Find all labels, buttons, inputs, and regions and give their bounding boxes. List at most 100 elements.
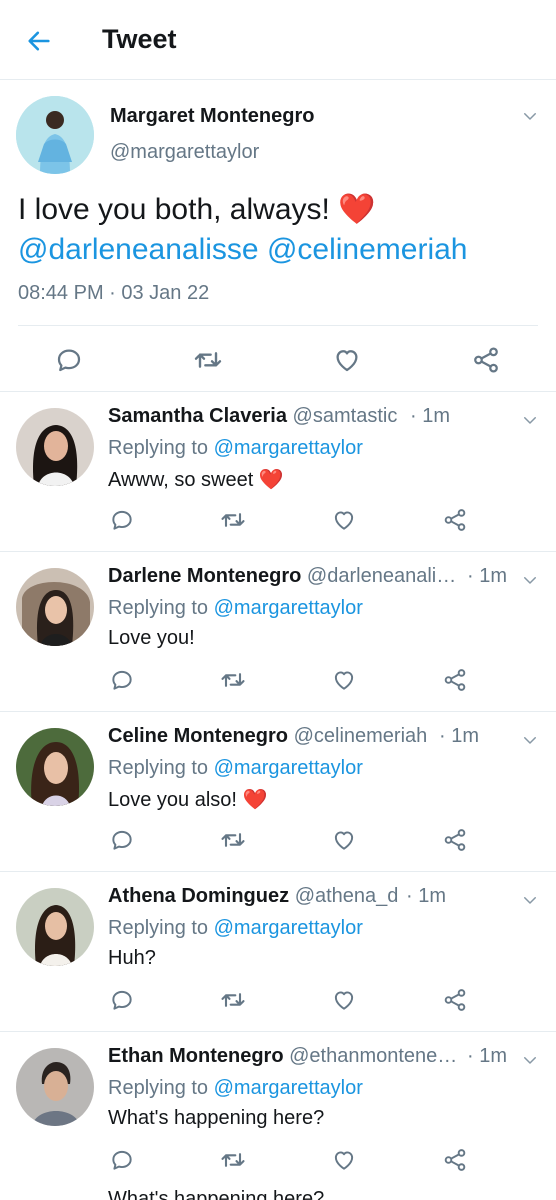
chevron-down-icon — [524, 577, 536, 584]
replying-to: Replying to @margarettaylor — [108, 757, 363, 780]
share-icon — [444, 509, 466, 531]
retweet-button[interactable] — [215, 982, 251, 1018]
replying-to: Replying to @margarettaylor — [108, 1077, 363, 1100]
heart-icon — [334, 831, 354, 850]
like-button[interactable] — [326, 822, 362, 858]
retweet-icon — [221, 993, 245, 1007]
avatar[interactable] — [16, 1048, 94, 1126]
reply-tweet[interactable]: Samantha Claveria @samtastic · 1m Replyi… — [0, 392, 556, 552]
heart-icon — [334, 511, 354, 530]
tweet-timestamp[interactable]: 08:44 PM · 03 Jan 22 — [18, 282, 209, 305]
retweet-button[interactable] — [215, 1142, 251, 1178]
reply-author-name[interactable]: Samantha Claveria — [108, 405, 287, 427]
reply-author-handle[interactable]: @samtastic — [293, 405, 398, 427]
mention-link[interactable]: @margarettaylor — [214, 1077, 363, 1099]
chevron-down-icon — [524, 897, 536, 904]
back-button[interactable] — [22, 24, 56, 58]
more-options-button[interactable] — [518, 408, 542, 432]
share-button[interactable] — [437, 662, 473, 698]
replying-prefix: Replying to — [108, 1077, 209, 1099]
reply-author-name[interactable]: Athena Dominguez — [108, 885, 289, 907]
retweet-icon — [221, 833, 245, 847]
reply-text: Huh? — [108, 947, 156, 970]
reply-author-name[interactable]: Darlene Montenegro — [108, 565, 301, 587]
reply-tweet[interactable]: Darlene Montenegro @darleneanali… · 1m R… — [0, 552, 556, 712]
replying-to: Replying to @margarettaylor — [108, 437, 363, 460]
avatar[interactable] — [16, 728, 94, 806]
heart-emoji: ❤️ — [338, 193, 376, 226]
share-button[interactable] — [437, 502, 473, 538]
reply-actions — [0, 982, 556, 1018]
reply-time: · 1m — [439, 725, 479, 747]
reply-button[interactable] — [104, 1142, 140, 1178]
reply-author-handle[interactable]: @athena_d — [295, 885, 399, 907]
reply-button[interactable] — [104, 982, 140, 1018]
share-button[interactable] — [437, 982, 473, 1018]
heart-icon — [334, 991, 354, 1010]
mention-link[interactable]: @margarettaylor — [214, 757, 363, 779]
reply-author-handle[interactable]: @celinemeriah — [294, 725, 428, 747]
reply-text: Love you! — [108, 627, 195, 650]
mention-link[interactable]: @margarettaylor — [214, 437, 363, 459]
reply-header: Ethan Montenegro @ethanmontene… — [108, 1045, 506, 1068]
reply-tweet[interactable]: Ethan Montenegro @ethanmontene… · 1m Rep… — [0, 1032, 556, 1180]
reply-tweet[interactable]: Celine Montenegro @celinemeriah · 1m Rep… — [0, 712, 556, 872]
heart-icon — [334, 671, 354, 690]
avatar[interactable] — [16, 408, 94, 486]
avatar[interactable] — [16, 96, 94, 174]
reply-body: Love you also! — [108, 789, 237, 811]
mention-link[interactable]: @margarettaylor — [214, 597, 363, 619]
reply-text: What's happening here? — [108, 1107, 324, 1130]
reply-body: Love you! — [108, 627, 195, 649]
like-button[interactable] — [326, 982, 362, 1018]
more-options-button[interactable] — [518, 568, 542, 592]
chevron-down-icon — [524, 737, 536, 744]
avatar[interactable] — [16, 568, 94, 646]
mention-link[interactable]: @darleneanalisse — [18, 233, 259, 266]
reply-actions — [0, 662, 556, 698]
share-button[interactable] — [437, 822, 473, 858]
like-button[interactable] — [326, 662, 362, 698]
reply-author-name[interactable]: Ethan Montenegro — [108, 1045, 284, 1067]
share-icon — [444, 1149, 466, 1171]
next-reply-preview: What's happening here? — [0, 1180, 556, 1200]
reply-header: Darlene Montenegro @darleneanali… — [108, 565, 506, 588]
reply-icon — [112, 830, 132, 850]
reply-header: Athena Dominguez @athena_d — [108, 885, 506, 908]
reply-text: Awww, so sweet ❤️ — [108, 467, 284, 492]
avatar[interactable] — [16, 888, 94, 966]
like-button[interactable] — [326, 1142, 362, 1178]
share-button[interactable] — [437, 1142, 473, 1178]
more-options-button[interactable] — [518, 1048, 542, 1072]
reply-author-handle[interactable]: @ethanmontene… — [289, 1045, 457, 1067]
reply-time: · 1m — [467, 565, 507, 587]
retweet-button[interactable] — [215, 822, 251, 858]
reply-button[interactable] — [104, 822, 140, 858]
reply-author-handle[interactable]: @darleneanali… — [307, 565, 456, 587]
reply-button[interactable] — [104, 662, 140, 698]
divider — [18, 325, 538, 326]
replying-to: Replying to @margarettaylor — [108, 597, 363, 620]
more-options-button[interactable] — [518, 104, 542, 128]
preview-text: What's happening here? — [108, 1188, 325, 1200]
share-icon — [444, 669, 466, 691]
replying-prefix: Replying to — [108, 597, 209, 619]
retweet-button[interactable] — [215, 502, 251, 538]
reply-button[interactable] — [47, 338, 91, 382]
mention-link[interactable]: @margarettaylor — [214, 917, 363, 939]
like-button[interactable] — [326, 502, 362, 538]
author-name[interactable]: Margaret Montenegro — [110, 105, 314, 128]
reply-button[interactable] — [104, 502, 140, 538]
heart-emoji: ❤️ — [258, 469, 284, 491]
mention-link[interactable]: @celinemeriah — [267, 233, 468, 266]
share-button[interactable] — [464, 338, 508, 382]
retweet-button[interactable] — [186, 338, 230, 382]
retweet-button[interactable] — [215, 662, 251, 698]
tweet-actions — [0, 338, 556, 382]
reply-tweet[interactable]: Athena Dominguez @athena_d · 1m Replying… — [0, 872, 556, 1032]
more-options-button[interactable] — [518, 888, 542, 912]
author-handle[interactable]: @margarettaylor — [110, 141, 259, 164]
reply-author-name[interactable]: Celine Montenegro — [108, 725, 288, 747]
like-button[interactable] — [325, 338, 369, 382]
more-options-button[interactable] — [518, 728, 542, 752]
